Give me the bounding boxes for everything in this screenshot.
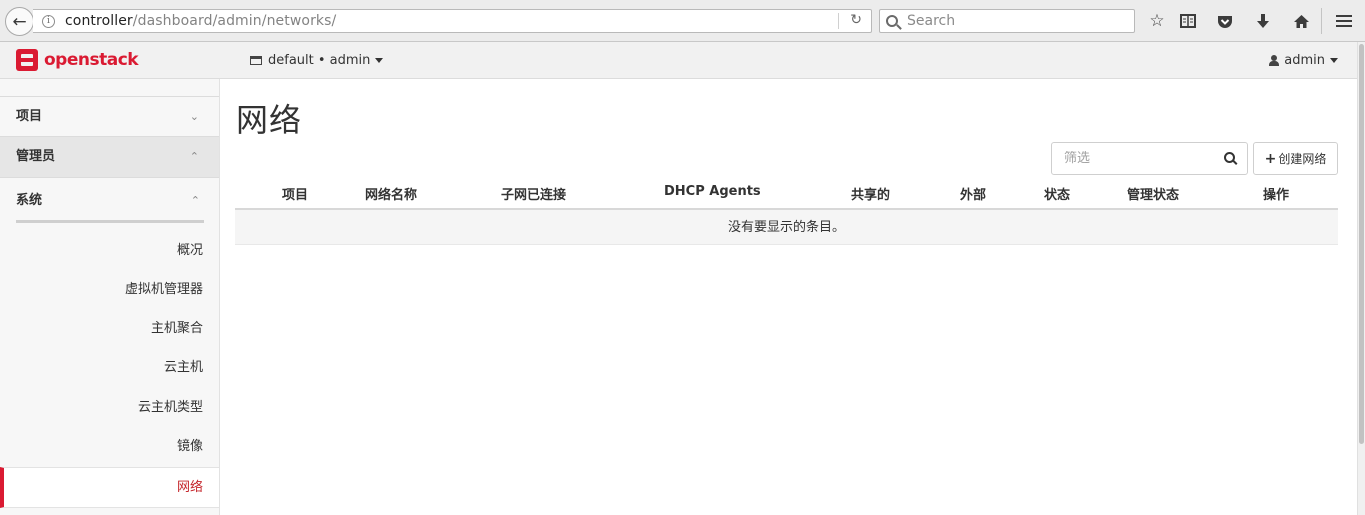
search-icon (886, 15, 898, 27)
brand-text: openstack (44, 50, 139, 70)
sidebar-section-label: 项目 (16, 109, 43, 124)
home-icon[interactable] (1291, 11, 1311, 31)
sidebar-section-label: 管理员 (16, 149, 56, 164)
table-header: 项目 网络名称 子网已连接 DHCP Agents 共享的 外部 状态 管理状态… (235, 175, 1338, 210)
home-icon-svg (1293, 14, 1309, 28)
browser-toolbar: ← i controller/dashboard/admin/networks/… (0, 0, 1365, 42)
url-path: /dashboard/admin/networks/ (132, 13, 337, 29)
project-label: default • admin (268, 53, 371, 68)
column-status[interactable]: 状态 (1044, 184, 1070, 203)
user-label: admin (1284, 53, 1325, 68)
openstack-header: openstack default • admin admin (0, 42, 1357, 79)
sidebar-item-host-aggregates[interactable]: 主机聚合 (0, 309, 219, 348)
sidebar-item-images[interactable]: 镜像 (0, 427, 219, 466)
column-project[interactable]: 项目 (282, 184, 308, 203)
plus-icon: + (1264, 150, 1277, 167)
chevron-down-icon: ⌄ (189, 110, 199, 123)
sidebar-panel-label: 系统 (16, 193, 43, 208)
scrollbar-thumb[interactable] (1359, 44, 1364, 444)
sidebar-item-flavors[interactable]: 云主机类型 (0, 388, 219, 427)
project-switcher[interactable]: default • admin (250, 53, 384, 68)
column-dhcp-agents[interactable]: DHCP Agents (664, 184, 761, 199)
download-icon-svg (1257, 14, 1269, 28)
networks-table: 项目 网络名称 子网已连接 DHCP Agents 共享的 外部 状态 管理状态… (235, 175, 1338, 245)
brand-stack: stack (89, 50, 139, 70)
download-icon[interactable] (1253, 11, 1273, 31)
openstack-logo-icon (16, 49, 38, 71)
openstack-logo[interactable]: openstack (16, 49, 139, 71)
search-icon[interactable] (1224, 152, 1235, 163)
pocket-icon-svg (1218, 15, 1232, 28)
filter-box[interactable] (1051, 142, 1248, 175)
create-network-button[interactable]: + 创建网络 (1253, 142, 1338, 175)
column-external[interactable]: 外部 (960, 184, 986, 203)
empty-table-message: 没有要显示的条目。 (235, 210, 1338, 245)
back-icon[interactable]: ← (5, 7, 34, 36)
brand-open: open (44, 50, 90, 70)
column-subnets[interactable]: 子网已连接 (501, 184, 566, 203)
hamburger-menu-icon[interactable] (1334, 11, 1354, 31)
column-network-name[interactable]: 网络名称 (365, 184, 417, 203)
create-network-label: 创建网络 (1278, 152, 1327, 166)
url-bar[interactable]: i controller/dashboard/admin/networks/ ↻ (33, 9, 872, 33)
chevron-up-icon: ⌃ (189, 150, 199, 163)
column-actions: 操作 (1263, 188, 1290, 203)
user-menu[interactable]: admin (1269, 53, 1338, 68)
column-shared[interactable]: 共享的 (851, 184, 890, 203)
user-icon (1269, 55, 1280, 66)
caret-down-icon (1330, 58, 1338, 63)
toolbar-divider (1321, 8, 1322, 34)
info-icon[interactable]: i (42, 14, 55, 28)
caret-down-icon (375, 58, 384, 63)
reading-list-icon[interactable] (1178, 11, 1198, 31)
url-host: controller (65, 13, 133, 29)
page-title: 网络 (236, 101, 303, 139)
hamburger-icon-svg (1336, 15, 1352, 27)
reload-icon[interactable]: ↻ (850, 12, 862, 28)
sidebar-section-project[interactable]: 项目 ⌄ (0, 96, 219, 137)
url-text[interactable]: controller/dashboard/admin/networks/ (65, 13, 336, 29)
browser-search-input[interactable] (907, 13, 1107, 29)
bookmark-star-icon[interactable]: ☆ (1147, 11, 1167, 31)
chevron-up-icon: ⌃ (190, 194, 200, 207)
sidebar-item-hypervisors[interactable]: 虚拟机管理器 (0, 270, 219, 309)
url-divider (838, 13, 839, 29)
page-scrollbar[interactable] (1357, 42, 1365, 515)
sidebar-section-admin[interactable]: 管理员 ⌃ (0, 137, 219, 178)
filter-input[interactable] (1064, 151, 1224, 166)
sidebar-item-networks[interactable]: 网络 (0, 467, 219, 508)
reading-list-icon-svg (1180, 14, 1196, 28)
project-icon (250, 56, 262, 65)
sidebar-item-instances[interactable]: 云主机 (0, 348, 219, 387)
browser-search-bar[interactable] (879, 9, 1135, 33)
sidebar-panel-system[interactable]: 系统 ⌃ (16, 181, 204, 223)
column-admin-state[interactable]: 管理状态 (1127, 184, 1179, 203)
sidebar: 项目 ⌄ 管理员 ⌃ 系统 ⌃ 概况 虚拟机管理器 主机聚合 云主机 云主机类型… (0, 79, 220, 515)
sidebar-item-overview[interactable]: 概况 (0, 231, 219, 270)
pocket-icon[interactable] (1215, 11, 1235, 31)
